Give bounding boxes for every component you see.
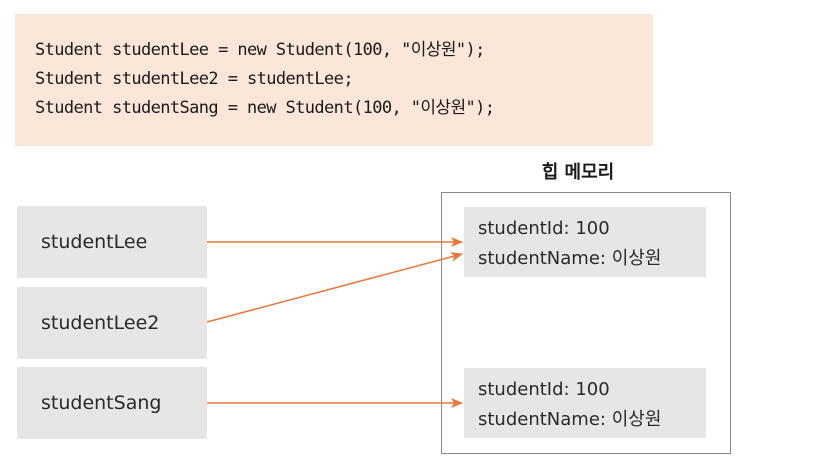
code-line-1: Student studentLee = new Student(100, "이… (35, 40, 485, 60)
code-line-2: Student studentLee2 = studentLee; (35, 69, 354, 89)
diagram: Student studentLee = new Student(100, "이… (0, 0, 815, 465)
heap-object-1: studentId: 100 studentName: 이상원 (464, 207, 706, 277)
code-line-3: Student studentSang = new Student(100, "… (35, 98, 495, 118)
object-student-id: studentId: 100 (478, 379, 610, 400)
variable-label: studentSang (41, 392, 162, 414)
variable-label: studentLee2 (41, 312, 160, 334)
variable-student-sang: studentSang (17, 367, 207, 439)
variable-label: studentLee (41, 231, 148, 253)
arrow-lee2-to-object-1 (206, 252, 463, 323)
object-student-name: studentName: 이상원 (478, 409, 662, 430)
object-student-name: studentName: 이상원 (478, 248, 662, 269)
code-block: Student studentLee = new Student(100, "이… (15, 14, 653, 146)
variable-student-lee: studentLee (17, 206, 207, 278)
object-student-id: studentId: 100 (478, 218, 610, 239)
variable-student-lee2: studentLee2 (17, 287, 207, 359)
heap-memory-title: 힙 메모리 (541, 162, 615, 183)
heap-object-2: studentId: 100 studentName: 이상원 (464, 368, 706, 438)
